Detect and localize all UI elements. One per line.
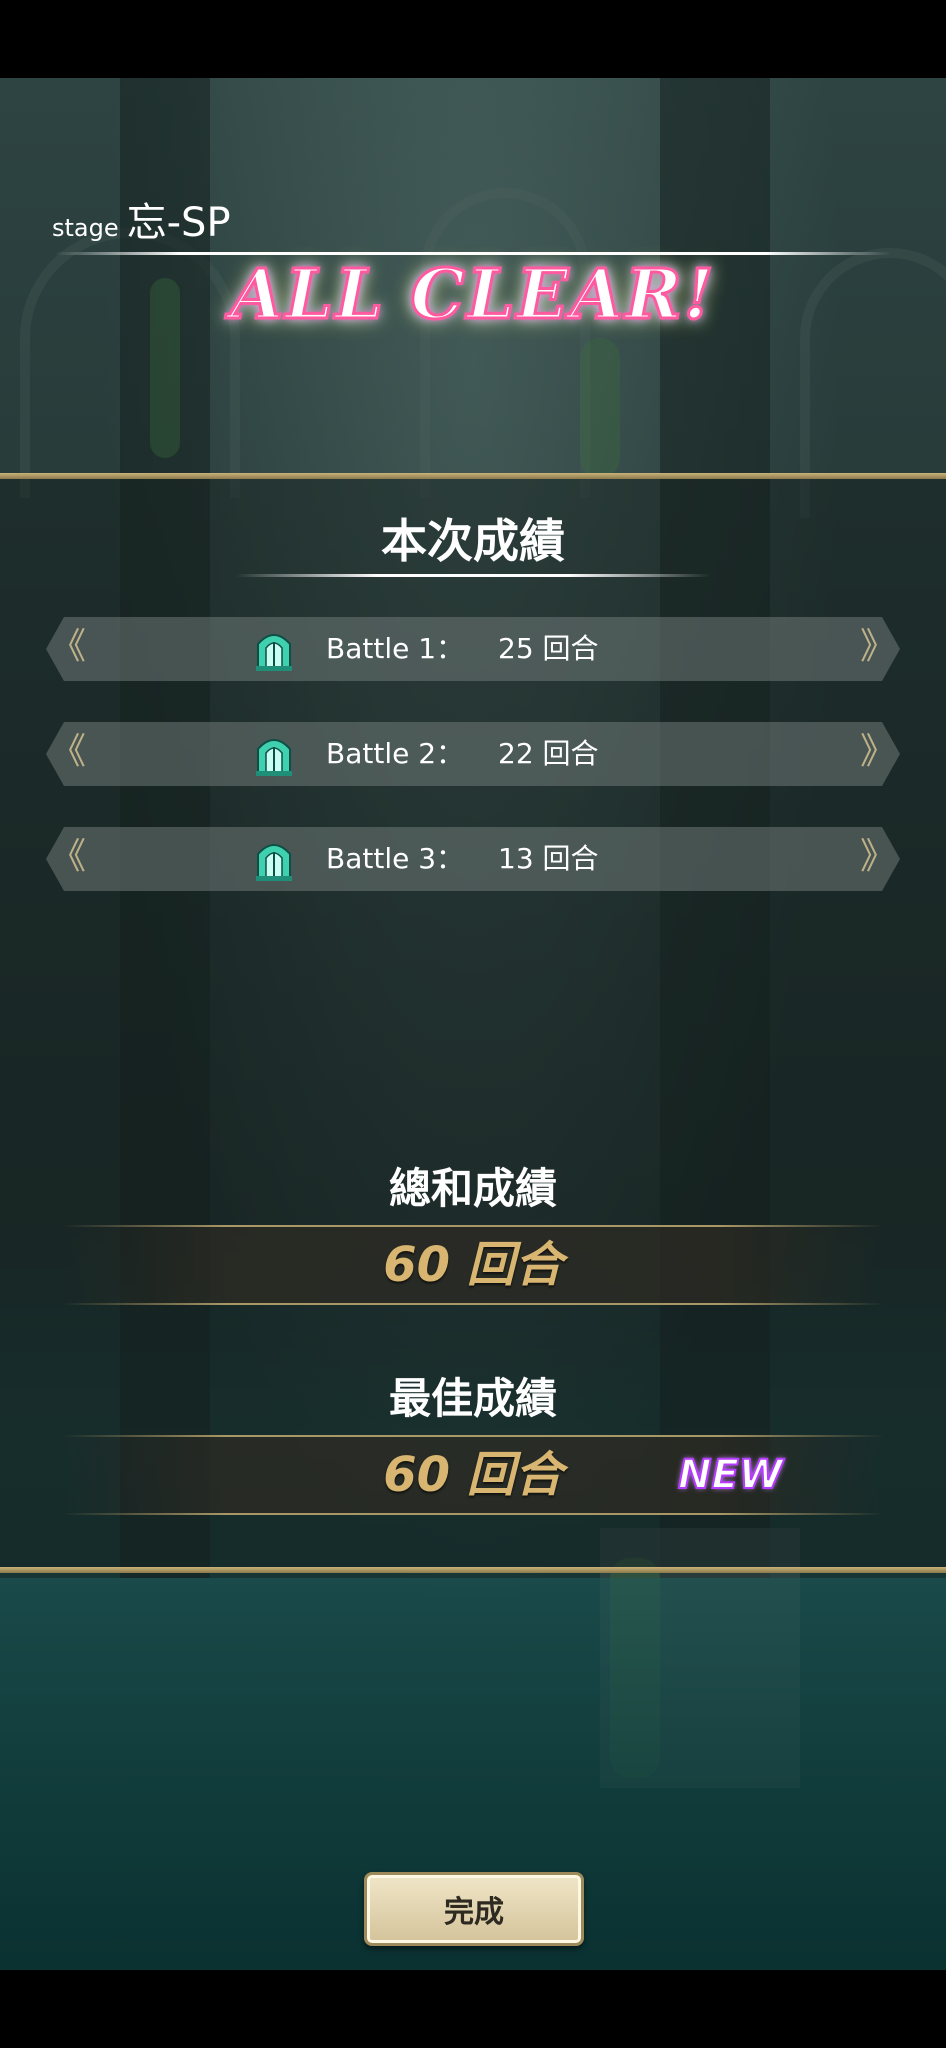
battle-turns: 25 回合 (498, 632, 599, 665)
panel-border-bottom (0, 1567, 946, 1573)
band-edge (62, 1303, 884, 1305)
result-screen: stage 忘-SP ALL CLEAR! 本次成績 《 Battle 1： 2… (0, 0, 946, 2048)
chevron-right-icon: 》 (859, 731, 896, 772)
battle-row-2: 《 Battle 2： 22 回合 》 (46, 722, 900, 786)
navigation-bar-area (0, 1970, 946, 2048)
all-clear-banner: ALL CLEAR! (229, 254, 716, 337)
vine (150, 278, 180, 458)
stage-prefix: stage (52, 214, 119, 242)
chevron-left-icon: 《 (50, 731, 87, 772)
chevron-right-icon: 》 (859, 836, 896, 877)
gate-icon (256, 844, 292, 881)
band-edge (62, 1225, 884, 1227)
battle-label: Battle 1： (326, 632, 465, 665)
total-score-value: 60 回合 (383, 1237, 563, 1293)
band-edge (62, 1435, 884, 1437)
battle-row-3: 《 Battle 3： 13 回合 》 (46, 827, 900, 891)
new-record-badge: NEW (677, 1452, 784, 1498)
status-bar-area (0, 0, 946, 78)
current-results-title: 本次成績 (381, 514, 565, 568)
total-score-band: 60 回合 (62, 1225, 884, 1305)
vine (580, 338, 620, 478)
gate-icon (256, 739, 292, 776)
ruin-arch (420, 188, 590, 498)
stage-name: 忘-SP (126, 200, 231, 246)
results-title-underline (235, 574, 711, 577)
battle-turns: 22 回合 (498, 737, 599, 770)
chevron-right-icon: 》 (859, 626, 896, 667)
done-button[interactable]: 完成 (364, 1872, 584, 1946)
chevron-left-icon: 《 (50, 626, 87, 667)
total-results-title: 總和成績 (388, 1164, 557, 1213)
stage-label: stage 忘-SP (52, 190, 231, 248)
gate-icon (256, 634, 292, 671)
panel-border-top (0, 473, 946, 479)
battle-label: Battle 3： (326, 842, 465, 875)
best-score-band: 60 回合 NEW (62, 1435, 884, 1515)
chevron-left-icon: 《 (50, 836, 87, 877)
battle-label: Battle 2： (326, 737, 465, 770)
band-edge (62, 1513, 884, 1515)
battle-turns: 13 回合 (498, 842, 599, 875)
battle-row-1: 《 Battle 1： 25 回合 》 (46, 617, 900, 681)
best-results-title: 最佳成績 (388, 1374, 557, 1423)
